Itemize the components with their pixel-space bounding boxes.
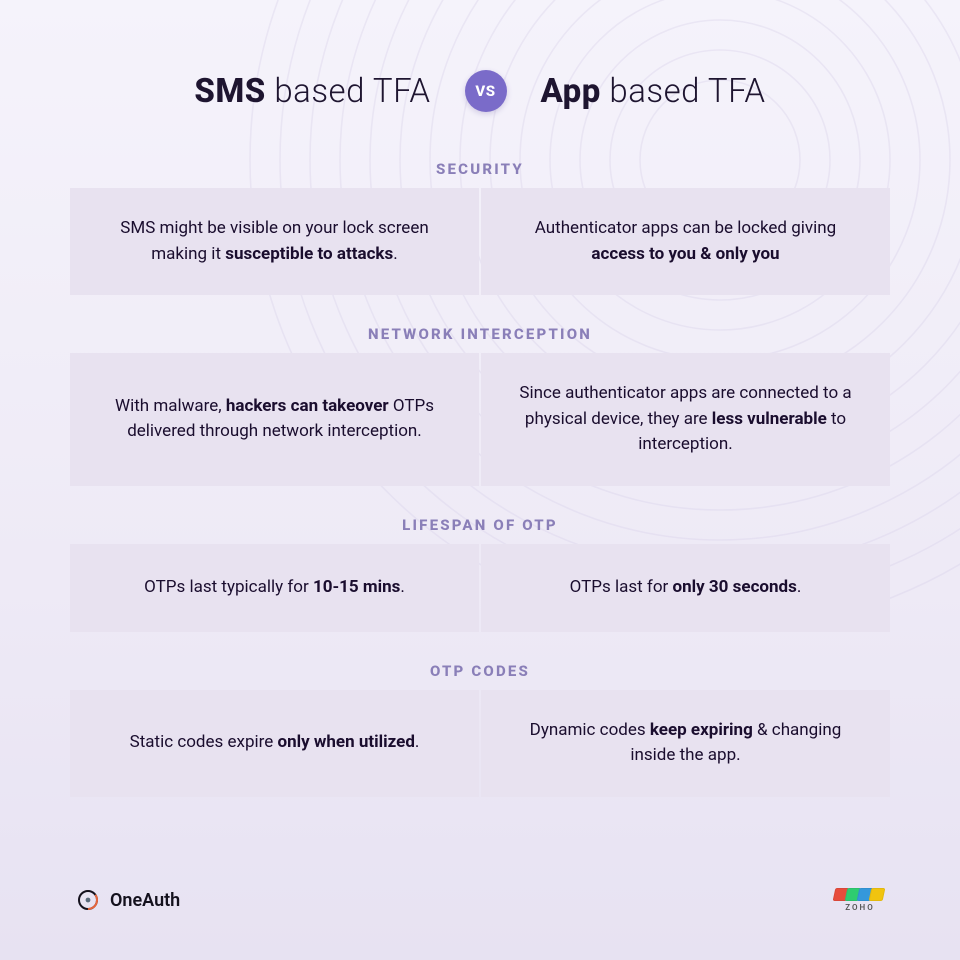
right-title: App based TFA [541,72,766,111]
section-lifespan: LIFESPAN OF OTP OTPs last typically for … [70,516,890,632]
vs-badge: VS [465,70,507,112]
oneauth-wordmark: OneAuth [110,890,180,911]
sms-card: OTPs last typically for 10-15 mins. [70,544,479,632]
footer: OneAuth ZOHO [70,888,890,920]
app-card: OTPs last for only 30 seconds. [481,544,890,632]
app-card: Since authenticator apps are connected t… [481,353,890,486]
section-label: SECURITY [70,160,890,178]
zoho-logo: ZOHO [836,888,884,912]
comparison-header: SMS based TFA VS App based TFA [70,70,890,112]
sms-card: With malware, hackers can takeover OTPs … [70,353,479,486]
app-card: Authenticator apps can be locked giving … [481,188,890,295]
zoho-icon [836,888,884,901]
sms-card: Static codes expire only when utilized. [70,690,479,797]
oneauth-logo: OneAuth [76,888,180,912]
section-label: LIFESPAN OF OTP [70,516,890,534]
oneauth-icon [76,888,100,912]
section-label: NETWORK INTERCEPTION [70,325,890,343]
left-title: SMS based TFA [194,72,430,111]
section-otp-codes: OTP CODES Static codes expire only when … [70,662,890,797]
section-label: OTP CODES [70,662,890,680]
section-network-interception: NETWORK INTERCEPTION With malware, hacke… [70,325,890,486]
app-card: Dynamic codes keep expiring & changing i… [481,690,890,797]
section-security: SECURITY SMS might be visible on your lo… [70,160,890,295]
zoho-wordmark: ZOHO [845,903,874,912]
sms-card: SMS might be visible on your lock screen… [70,188,479,295]
